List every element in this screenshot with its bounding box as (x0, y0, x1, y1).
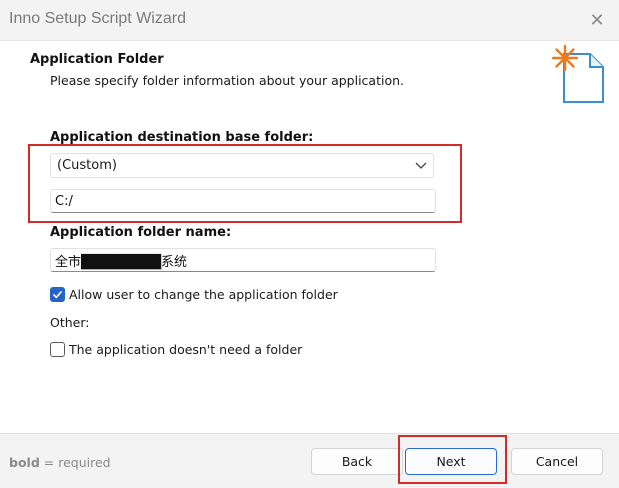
highlight-box-next (398, 435, 507, 484)
required-note-bold: bold (9, 455, 40, 470)
highlight-box-base-folder (28, 144, 462, 223)
allow-change-label[interactable]: Allow user to change the application fol… (69, 287, 338, 302)
folder-name-label: Application folder name: (50, 225, 232, 240)
no-folder-label[interactable]: The application doesn't need a folder (69, 342, 302, 357)
checkmark-icon (52, 290, 63, 299)
required-note-text: = required (39, 455, 111, 470)
other-label: Other: (50, 315, 90, 330)
page-title: Application Folder (30, 52, 164, 67)
window-title: Inno Setup Script Wizard (9, 10, 186, 27)
allow-change-checkbox[interactable] (50, 287, 65, 302)
folder-name-input[interactable]: 全市████████系统 (50, 248, 436, 272)
back-button[interactable]: Back (311, 448, 403, 475)
cancel-button[interactable]: Cancel (511, 448, 603, 475)
base-folder-label: Application destination base folder: (50, 130, 314, 145)
title-bar: Inno Setup Script Wizard ✕ (0, 0, 619, 41)
close-button[interactable]: ✕ (575, 0, 619, 40)
wizard-document-icon (548, 44, 606, 110)
page-subtitle: Please specify folder information about … (50, 73, 404, 88)
no-folder-checkbox[interactable] (50, 342, 65, 357)
required-note: bold = required (9, 455, 111, 470)
close-icon: ✕ (589, 9, 605, 31)
